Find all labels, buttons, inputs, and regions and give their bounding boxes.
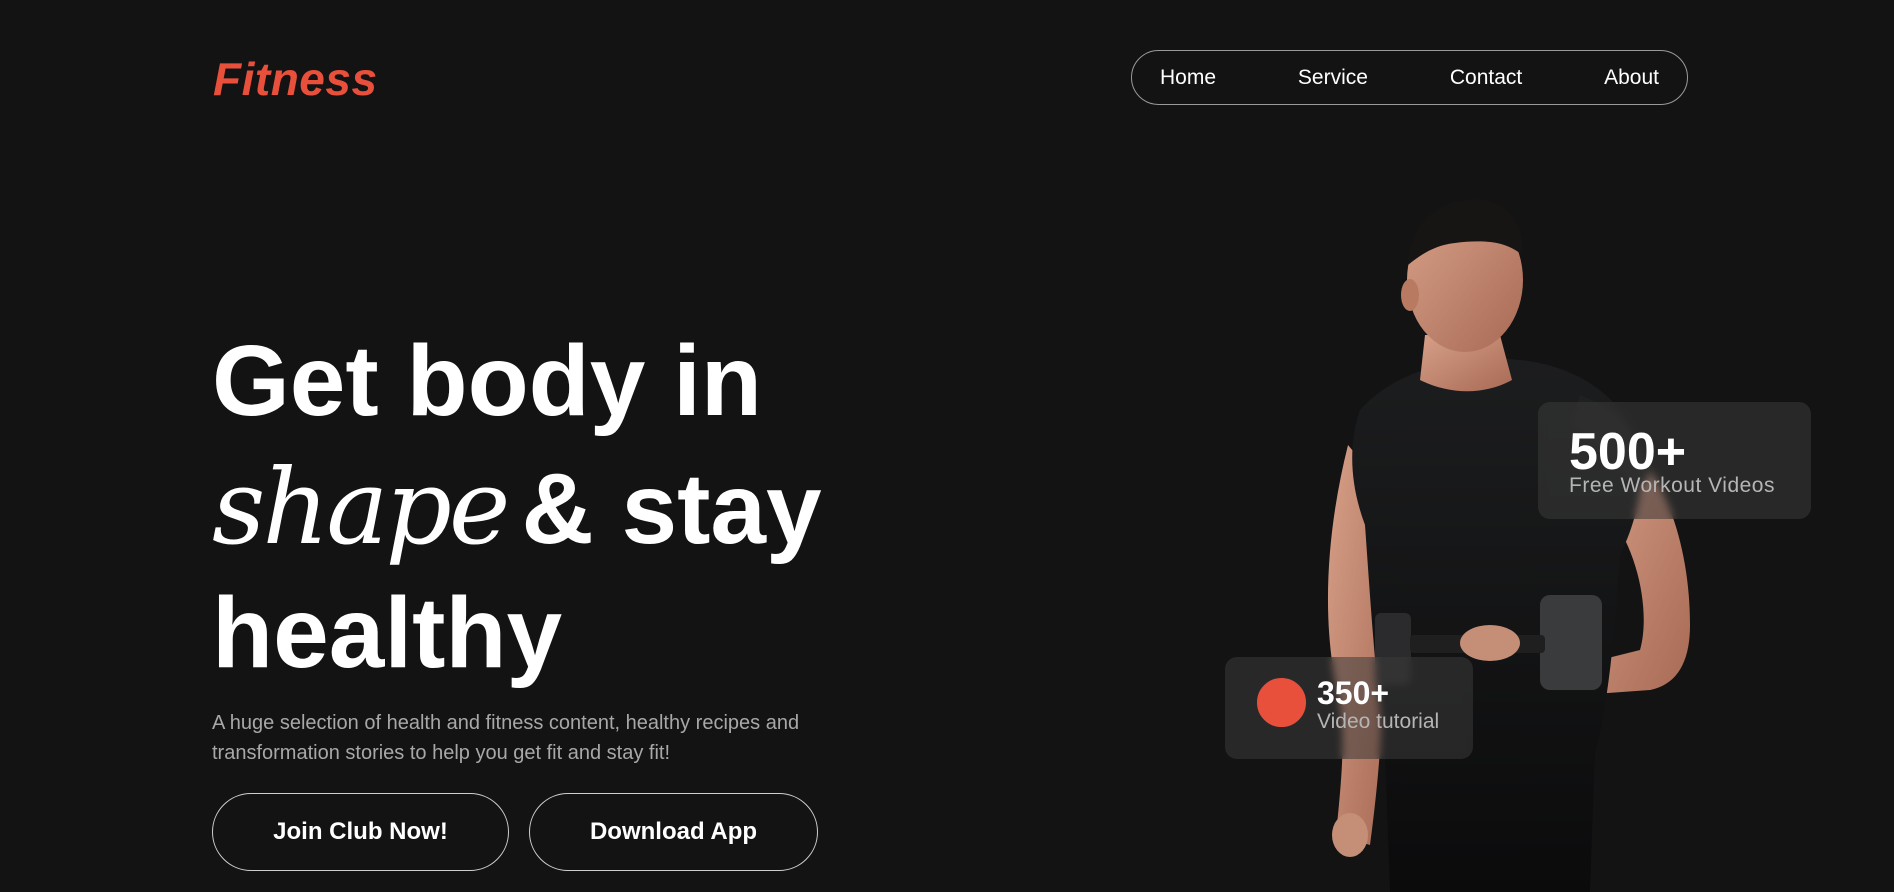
brand-logo[interactable]: Fitness: [213, 52, 378, 106]
video-tutorial-card: 350+ Video tutorial: [1225, 657, 1473, 759]
red-dot-icon: [1256, 677, 1307, 728]
nav-item-contact[interactable]: Contact: [1450, 66, 1522, 90]
hero-headline: Get body in shape & stay healthy: [212, 318, 832, 696]
headline-line-1: Get body in: [212, 325, 762, 437]
download-app-button[interactable]: Download App: [529, 793, 818, 871]
video-tutorial-count: 350+: [1317, 675, 1390, 711]
headline-line-2-rest: & stay: [521, 453, 822, 565]
nav-item-service[interactable]: Service: [1298, 66, 1368, 90]
join-club-button[interactable]: Join Club Now!: [212, 793, 509, 871]
nav-item-about[interactable]: About: [1604, 66, 1659, 90]
headline-line-3: healthy: [212, 577, 563, 689]
workout-videos-label: Free Workout Videos: [1569, 474, 1775, 497]
workout-videos-count: 500+: [1569, 423, 1687, 481]
video-tutorial-label: Video tutorial: [1317, 710, 1440, 733]
main-nav: Home Service Contact About: [1131, 50, 1688, 105]
workout-videos-card: 500+ Free Workout Videos: [1538, 402, 1811, 519]
hero-description: A huge selection of health and fitness c…: [212, 712, 800, 764]
headline-line-2: shape & stay: [212, 444, 832, 570]
headline-script-word: shape: [212, 446, 510, 568]
nav-item-home[interactable]: Home: [1160, 66, 1216, 90]
athlete-with-dumbbell-icon: [1327, 199, 1690, 892]
